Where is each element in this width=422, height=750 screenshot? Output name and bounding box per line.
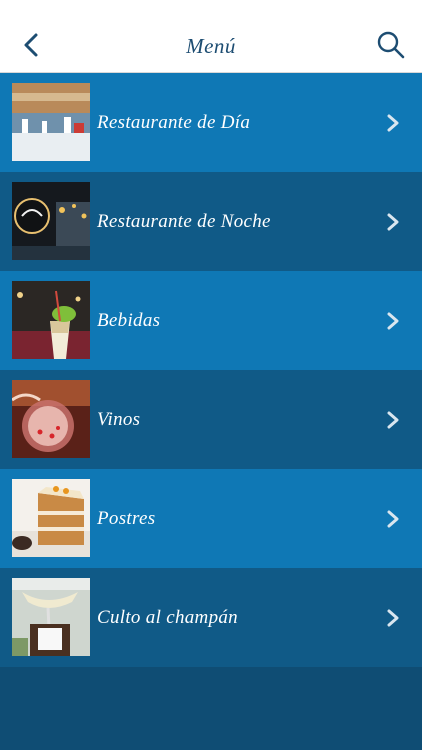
night-restaurant-photo	[12, 182, 90, 260]
menu-item-label: Culto al champán	[97, 607, 238, 628]
menu-item-label: Vinos	[97, 409, 141, 430]
champagne-photo	[12, 578, 90, 656]
drinks-photo	[12, 281, 90, 359]
menu-item-vinos[interactable]: Vinos	[0, 370, 422, 469]
menu-item-label: Restaurante de Día	[97, 112, 251, 133]
chevron-right-icon	[387, 510, 399, 528]
nav-header: Menú	[0, 0, 422, 73]
chevron-right-icon	[387, 411, 399, 429]
menu-item-label: Restaurante de Noche	[97, 211, 271, 232]
menu-item-culto-champan[interactable]: Culto al champán	[0, 568, 422, 667]
menu-item-label: Postres	[97, 508, 156, 529]
chevron-right-icon	[387, 312, 399, 330]
desserts-photo	[12, 479, 90, 557]
menu-item-label: Bebidas	[97, 310, 161, 331]
menu-item-bebidas[interactable]: Bebidas	[0, 271, 422, 370]
search-icon	[377, 31, 405, 59]
day-restaurant-photo	[12, 83, 90, 161]
wine-photo	[12, 380, 90, 458]
search-button[interactable]	[376, 30, 406, 60]
chevron-right-icon	[387, 114, 399, 132]
menu-item-postres[interactable]: Postres	[0, 469, 422, 568]
menu-item-restaurante-noche[interactable]: Restaurante de Noche	[0, 172, 422, 271]
page-title: Menú	[186, 34, 236, 58]
menu-list: Restaurante de Día Restaurante de Noche …	[0, 73, 422, 667]
chevron-right-icon	[387, 213, 399, 231]
app-screen: Menú Restaurante de Día Restaurante de N…	[0, 0, 422, 750]
menu-item-restaurante-dia[interactable]: Restaurante de Día	[0, 73, 422, 172]
chevron-right-icon	[387, 609, 399, 627]
